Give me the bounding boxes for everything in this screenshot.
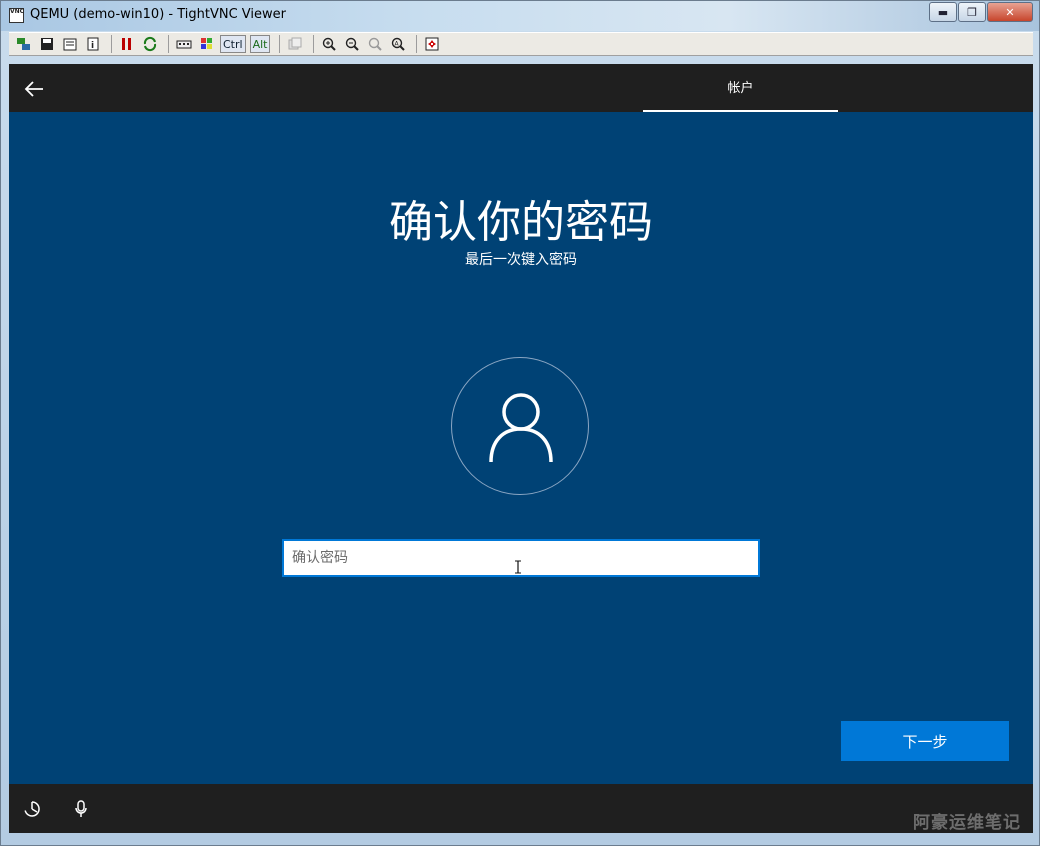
new-connection-icon[interactable]: [14, 34, 34, 54]
zoom-out-icon[interactable]: [342, 34, 362, 54]
toolbar-separator: [111, 35, 112, 53]
microphone-icon[interactable]: [73, 800, 89, 818]
zoom-100-icon[interactable]: [365, 34, 385, 54]
maximize-button[interactable]: ❐: [958, 2, 986, 22]
options-icon[interactable]: [60, 34, 80, 54]
ctrl-key-toggle[interactable]: Ctrl: [220, 35, 246, 53]
minimize-button[interactable]: ▬: [929, 2, 957, 22]
toolbar-separator: [168, 35, 169, 53]
connection-info-icon[interactable]: i: [83, 34, 103, 54]
oobe-top-bar: 帐户: [9, 64, 1033, 112]
transfer-files-icon[interactable]: [285, 34, 305, 54]
user-avatar: [451, 357, 589, 495]
toolbar-separator: [313, 35, 315, 53]
next-button[interactable]: 下一步: [841, 721, 1009, 761]
send-ctrl-alt-del-icon[interactable]: [174, 34, 194, 54]
window-controls: ▬ ❐ ✕: [928, 2, 1033, 22]
page-title: 确认你的密码: [389, 197, 653, 248]
svg-text:i: i: [91, 41, 94, 51]
fullscreen-icon[interactable]: [422, 34, 442, 54]
vnc-toolbar: i Ctrl Alt A: [9, 32, 1033, 56]
toolbar-separator: [416, 35, 418, 53]
text-cursor-icon: [514, 560, 522, 574]
pause-icon[interactable]: [117, 34, 137, 54]
send-ctrl-esc-icon[interactable]: [197, 34, 217, 54]
zoom-in-icon[interactable]: [319, 34, 339, 54]
vnc-viewer-window: VNC QEMU (demo-win10) - TightVNC Viewer …: [0, 0, 1040, 846]
save-icon[interactable]: [37, 34, 57, 54]
alt-key-toggle[interactable]: Alt: [249, 35, 271, 53]
oobe-bottom-bar: 阿豪运维笔记: [9, 784, 1033, 833]
refresh-icon[interactable]: [140, 34, 160, 54]
tightvnc-app-icon: VNC: [9, 8, 24, 23]
back-arrow-icon[interactable]: [23, 78, 45, 100]
close-button[interactable]: ✕: [987, 2, 1033, 22]
person-icon: [489, 393, 553, 463]
remote-desktop-screen[interactable]: 帐户 确认你的密码 最后一次键入密码 下一步 阿豪运维笔记: [9, 64, 1033, 833]
toolbar-separator: [279, 35, 281, 53]
title-bar[interactable]: VNC QEMU (demo-win10) - TightVNC Viewer …: [1, 1, 1039, 31]
active-tab-indicator: [643, 110, 838, 112]
watermark-text: 阿豪运维笔记: [913, 813, 1021, 833]
ease-of-access-icon[interactable]: [23, 800, 41, 818]
zoom-auto-icon[interactable]: A: [388, 34, 408, 54]
page-subtitle: 最后一次键入密码: [465, 252, 577, 268]
tab-account: 帐户: [727, 81, 754, 96]
window-title: QEMU (demo-win10) - TightVNC Viewer: [30, 7, 286, 22]
